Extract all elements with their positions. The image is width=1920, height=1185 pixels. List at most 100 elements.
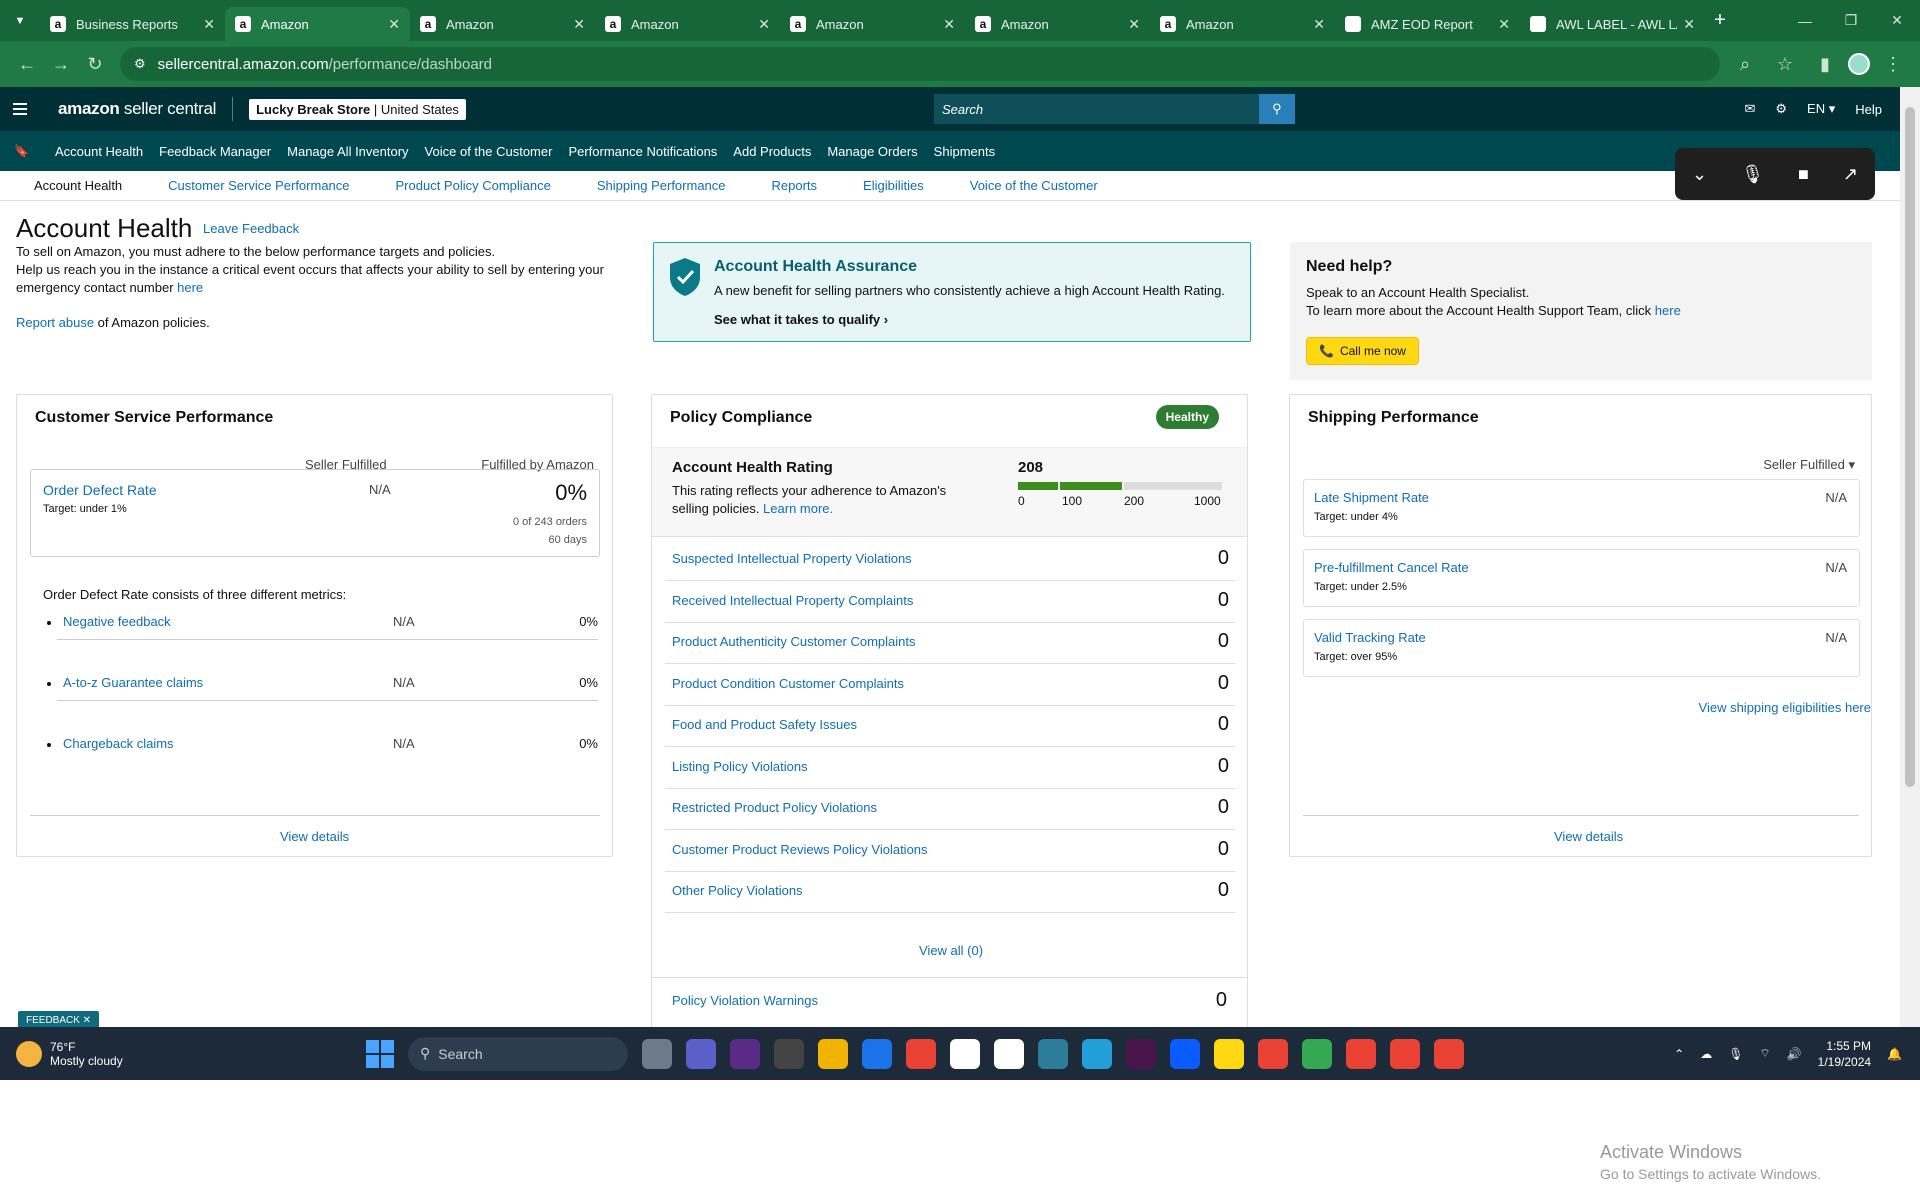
view-all-link[interactable]: View all (0) [919, 943, 983, 958]
policy-row-link[interactable]: Received Intellectual Property Complaint… [672, 593, 913, 608]
policy-row-link[interactable]: Product Condition Customer Complaints [672, 676, 904, 691]
url-field[interactable]: ⚙ sellercentral.amazon.com/performance/d… [120, 47, 1720, 81]
reload-icon[interactable]: ↻ [78, 47, 112, 81]
mic-off-icon[interactable]: 🎙 [1741, 164, 1764, 185]
slack-icon[interactable] [1126, 1038, 1156, 1069]
language-selector[interactable]: EN ▾ [1807, 101, 1835, 117]
calendar-icon[interactable] [862, 1038, 892, 1069]
browser-tab[interactable]: a Amazon ✕ [410, 7, 595, 41]
tab-search-icon[interactable]: ▼ [0, 0, 40, 41]
clock[interactable]: 1:55 PM 1/19/2024 [1818, 1038, 1871, 1070]
fulfillment-selector[interactable]: Seller Fulfilled ▾ [1763, 457, 1855, 473]
nav-item[interactable]: Shipments [934, 144, 995, 159]
nav-item[interactable]: Manage All Inventory [287, 144, 408, 159]
policy-row-link[interactable]: Restricted Product Policy Violations [672, 800, 877, 815]
policy-row-link[interactable]: Suspected Intellectual Property Violatio… [672, 551, 912, 566]
forward-icon[interactable]: → [44, 47, 78, 81]
video-icon[interactable]: ■ [1798, 164, 1809, 185]
policy-row-link[interactable]: Listing Policy Violations [672, 759, 808, 774]
policy-row-link[interactable]: Food and Product Safety Issues [672, 717, 857, 732]
app-icon[interactable] [774, 1038, 804, 1069]
browser-tab[interactable]: a Amazon ✕ [965, 7, 1150, 41]
tab-item[interactable]: Product Policy Compliance [396, 178, 551, 193]
close-window-icon[interactable]: ✕ [1874, 0, 1920, 41]
start-icon[interactable] [366, 1039, 394, 1068]
file-explorer-icon[interactable] [818, 1038, 848, 1069]
support-team-link[interactable]: here [1655, 303, 1681, 318]
tab-item[interactable]: Reports [772, 178, 818, 193]
zoom-icon[interactable] [1170, 1038, 1200, 1069]
site-info-icon[interactable]: ⚙ [134, 56, 146, 72]
tab-item[interactable]: Eligibilities [863, 178, 924, 193]
odr-link[interactable]: Order Defect Rate [43, 482, 157, 498]
chrome-icon[interactable] [1258, 1038, 1288, 1069]
browser-tab[interactable]: a Amazon ✕ [780, 7, 965, 41]
nav-item[interactable]: Manage Orders [827, 144, 917, 159]
minimize-icon[interactable]: — [1782, 0, 1828, 41]
volume-icon[interactable]: 🔊 [1787, 1047, 1802, 1061]
profile-avatar[interactable] [1848, 53, 1870, 75]
gear-icon[interactable]: ⚙ [1775, 101, 1787, 117]
back-icon[interactable]: ← [10, 47, 44, 81]
telegram-icon[interactable] [1082, 1038, 1112, 1069]
policy-warnings-link[interactable]: Policy Violation Warnings [672, 993, 818, 1008]
close-tab-icon[interactable]: ✕ [388, 16, 400, 33]
seller-central-logo[interactable]: amazon seller central [58, 99, 216, 119]
tab-item[interactable]: Account Health [34, 178, 122, 193]
browser-tab[interactable]: a Amazon ✕ [1150, 7, 1335, 41]
chrome-icon[interactable] [1434, 1038, 1464, 1069]
browser-tab[interactable]: a Business Reports ✕ [40, 7, 225, 41]
emergency-contact-link[interactable]: here [177, 280, 203, 295]
tab-item[interactable]: Customer Service Performance [168, 178, 349, 193]
task-view-icon[interactable] [642, 1038, 672, 1069]
chrome-icon[interactable] [906, 1038, 936, 1069]
browser-tab[interactable]: a Amazon ✕ [225, 7, 410, 41]
mic-icon[interactable]: 🎙 [1728, 1047, 1743, 1061]
metric-link[interactable]: Negative feedback [63, 614, 171, 629]
close-tab-icon[interactable]: ✕ [1128, 16, 1140, 33]
menu-kebab-icon[interactable]: ⋮ [1876, 47, 1910, 81]
weather-widget[interactable]: 76°F Mostly cloudy [16, 1040, 346, 1068]
close-tab-icon[interactable]: ✕ [1313, 16, 1325, 33]
nzxt-icon[interactable] [730, 1038, 760, 1069]
metric-link[interactable]: Chargeback claims [63, 736, 174, 751]
tab-item[interactable]: Shipping Performance [597, 178, 726, 193]
call-me-now-button[interactable]: 📞 Call me now [1306, 337, 1419, 365]
report-abuse-link[interactable]: Report abuse [16, 315, 94, 330]
chrome-icon[interactable] [1390, 1038, 1420, 1069]
nav-item[interactable]: Feedback Manager [159, 144, 271, 159]
cloud-icon[interactable]: ☁ [1700, 1047, 1712, 1061]
notification-bell-icon[interactable]: 🔔 [1887, 1047, 1902, 1061]
bookmark-icon[interactable]: 🔖 [14, 144, 29, 158]
page-scrollbar[interactable] [1900, 87, 1920, 1027]
tab-item[interactable]: Voice of the Customer [970, 178, 1098, 193]
shipping-eligibilities-link[interactable]: View shipping eligibilities here [1699, 700, 1871, 715]
nav-item[interactable]: Voice of the Customer [425, 144, 553, 159]
chevron-up-icon[interactable]: ⌃ [1674, 1047, 1684, 1061]
mail-icon[interactable]: ✉ [1744, 101, 1755, 117]
policy-row-link[interactable]: Customer Product Reviews Policy Violatio… [672, 842, 928, 857]
close-tab-icon[interactable]: ✕ [1683, 16, 1695, 33]
search-icon[interactable]: ⚲ [1258, 94, 1295, 124]
bookmark-star-icon[interactable]: ☆ [1768, 47, 1802, 81]
shipping-view-details-link[interactable]: View details [1554, 829, 1623, 844]
chevron-down-icon[interactable]: ⌄ [1692, 164, 1707, 185]
shipping-metric-link[interactable]: Valid Tracking Rate [1314, 630, 1426, 645]
chrome-icon[interactable] [1346, 1038, 1376, 1069]
restore-icon[interactable]: ❐ [1828, 0, 1874, 41]
policy-row-link[interactable]: Other Policy Violations [672, 883, 803, 898]
close-tab-icon[interactable]: ✕ [943, 16, 955, 33]
nav-item[interactable]: Add Products [733, 144, 811, 159]
browser-tab[interactable]: AWL LABEL - AWL LA ✕ [1520, 7, 1705, 41]
close-tab-icon[interactable]: ✕ [573, 16, 585, 33]
browser-tab[interactable]: AMZ EOD Report ✕ [1335, 7, 1520, 41]
chrome-icon[interactable] [1302, 1038, 1332, 1069]
qualify-link[interactable]: See what it takes to qualify › [714, 312, 888, 327]
taskbar-search[interactable]: ⚲ Search [408, 1036, 628, 1071]
app-icon[interactable] [950, 1038, 980, 1069]
csp-view-details-link[interactable]: View details [280, 829, 349, 844]
shipping-metric-link[interactable]: Late Shipment Rate [1314, 490, 1429, 505]
close-tab-icon[interactable]: ✕ [1498, 16, 1510, 33]
learn-more-link[interactable]: Learn more. [763, 501, 833, 516]
store-selector[interactable]: Lucky Break Store | United States [249, 98, 466, 120]
